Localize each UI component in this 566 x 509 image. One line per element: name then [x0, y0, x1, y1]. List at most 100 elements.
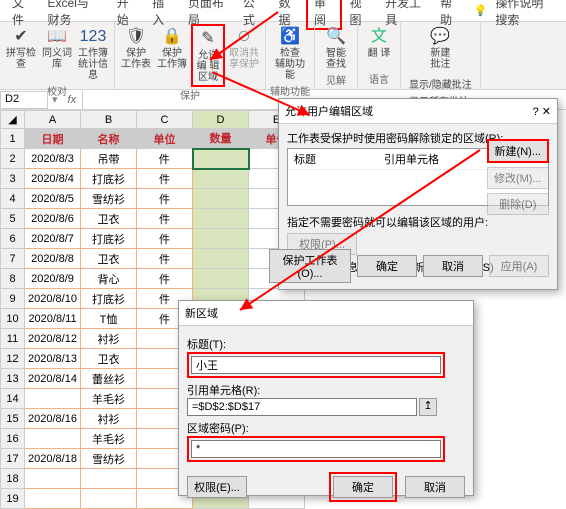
cell[interactable]: 衬衫 [81, 329, 137, 349]
cell[interactable]: 2020/8/6 [25, 209, 81, 229]
row-head[interactable]: 5 [1, 209, 25, 229]
cell[interactable]: 打底衫 [81, 289, 137, 309]
cell[interactable]: 打底衫 [81, 229, 137, 249]
cell[interactable] [193, 169, 249, 189]
cell[interactable] [25, 429, 81, 449]
row-head[interactable]: 3 [1, 169, 25, 189]
allow-edit-button[interactable]: ✎允许编 辑区域 [191, 24, 225, 87]
cell[interactable]: 背心 [81, 269, 137, 289]
row-head[interactable]: 14 [1, 389, 25, 409]
smart-lookup-button[interactable]: 🔍智能 查找 [319, 24, 353, 72]
delete-button[interactable]: 删除(D) [487, 193, 549, 215]
help-icon[interactable]: ? [533, 106, 539, 118]
check-acc-button[interactable]: ♿检查 辅助功能 [273, 24, 307, 83]
cell[interactable] [25, 469, 81, 489]
protect-sheet-btn[interactable]: 保护工作表(O)... [269, 249, 351, 283]
header-qty[interactable]: 数量 [193, 129, 249, 149]
cell[interactable]: 2020/8/9 [25, 269, 81, 289]
col-C[interactable]: C [137, 111, 193, 129]
ref-input[interactable] [187, 398, 417, 416]
translate-button[interactable]: 文翻 译 [362, 24, 396, 61]
cell[interactable]: 件 [137, 229, 193, 249]
cell[interactable]: 2020/8/11 [25, 309, 81, 329]
cell[interactable]: 件 [137, 269, 193, 289]
col-D[interactable]: D [193, 111, 249, 129]
row-head[interactable]: 2 [1, 149, 25, 169]
cell[interactable]: 件 [137, 189, 193, 209]
cell[interactable]: 2020/8/10 [25, 289, 81, 309]
row-head[interactable]: 9 [1, 289, 25, 309]
row-head[interactable]: 16 [1, 429, 25, 449]
spellcheck-button[interactable]: ✔拼写检查 [4, 24, 38, 72]
cell[interactable]: 件 [137, 209, 193, 229]
cell[interactable]: 2020/8/18 [25, 449, 81, 469]
range-picker-icon[interactable]: ↥ [419, 398, 437, 416]
new-comment-button[interactable]: 💬新建 批注 [423, 24, 457, 72]
cell[interactable]: 2020/8/16 [25, 409, 81, 429]
row-head[interactable]: 12 [1, 349, 25, 369]
unshare-button[interactable]: ⊘取消共 享保护 [227, 24, 261, 72]
header-name[interactable]: 名称 [81, 129, 137, 149]
cell[interactable]: 2020/8/13 [25, 349, 81, 369]
title-input[interactable] [191, 356, 441, 374]
protect-wb-button[interactable]: 🔒保护 工作簿 [155, 24, 189, 72]
cell[interactable]: 羊毛衫 [81, 389, 137, 409]
cell[interactable]: 2020/8/12 [25, 329, 81, 349]
dlg1-ok-button[interactable]: 确定 [357, 255, 417, 277]
header-unit[interactable]: 单位 [137, 129, 193, 149]
cell[interactable]: 件 [137, 169, 193, 189]
cell[interactable]: 衬衫 [81, 409, 137, 429]
stats-button[interactable]: 123工作簿 统计信息 [76, 24, 110, 83]
cell[interactable]: 卫衣 [81, 209, 137, 229]
modify-button[interactable]: 修改(M)... [487, 167, 549, 189]
cell[interactable]: 雪纺衫 [81, 449, 137, 469]
show-ink-toggle[interactable]: 显示/隐藏批注 [409, 76, 472, 91]
cell[interactable]: 2020/8/4 [25, 169, 81, 189]
dlg2-ok-button[interactable]: 确定 [333, 476, 393, 498]
cell[interactable]: 蕾丝衫 [81, 369, 137, 389]
cell[interactable] [193, 149, 249, 169]
cell[interactable]: 卫衣 [81, 249, 137, 269]
cell[interactable] [193, 269, 249, 289]
row-head[interactable]: 11 [1, 329, 25, 349]
protect-sheet-button[interactable]: 🛡保护 工作表 [119, 24, 153, 72]
row-head[interactable]: 6 [1, 229, 25, 249]
cell[interactable]: 件 [137, 149, 193, 169]
col-B[interactable]: B [81, 111, 137, 129]
cell[interactable]: 2020/8/3 [25, 149, 81, 169]
col-A[interactable]: A [25, 111, 81, 129]
cell[interactable] [81, 469, 137, 489]
cell[interactable]: T恤 [81, 309, 137, 329]
row-head[interactable]: 10 [1, 309, 25, 329]
password-input[interactable] [191, 440, 441, 458]
cell[interactable]: 打底衫 [81, 169, 137, 189]
cell[interactable]: 2020/8/5 [25, 189, 81, 209]
new-range-button[interactable]: 新建(N)... [487, 139, 549, 163]
close-icon[interactable]: ✕ [542, 106, 551, 118]
row-head[interactable]: 19 [1, 489, 25, 509]
cell[interactable]: 件 [137, 249, 193, 269]
dlg2-cancel-button[interactable]: 取消 [405, 476, 465, 498]
dlg2-perm-button[interactable]: 权限(E)... [187, 476, 247, 498]
cell[interactable]: 雪纺衫 [81, 189, 137, 209]
cell[interactable]: 2020/8/14 [25, 369, 81, 389]
cell[interactable]: 羊毛衫 [81, 429, 137, 449]
row-head[interactable]: 15 [1, 409, 25, 429]
cell[interactable]: 2020/8/8 [25, 249, 81, 269]
cell[interactable]: 吊带 [81, 149, 137, 169]
fx-icon[interactable]: fx [62, 94, 83, 106]
cell[interactable]: 卫衣 [81, 349, 137, 369]
cell[interactable]: 2020/8/7 [25, 229, 81, 249]
row-head[interactable]: 4 [1, 189, 25, 209]
cell[interactable] [25, 389, 81, 409]
cell[interactable] [193, 209, 249, 229]
menu-search[interactable]: 操作说明搜索 [487, 0, 562, 30]
cell[interactable] [81, 489, 137, 509]
header-date[interactable]: 日期 [25, 129, 81, 149]
dlg1-apply-button[interactable]: 应用(A) [489, 255, 549, 277]
cell[interactable] [193, 249, 249, 269]
name-box[interactable]: D2 [0, 91, 48, 109]
row-head[interactable]: 13 [1, 369, 25, 389]
row-head[interactable]: 1 [1, 129, 25, 149]
thesaurus-button[interactable]: 📖同义词库 [40, 24, 74, 72]
